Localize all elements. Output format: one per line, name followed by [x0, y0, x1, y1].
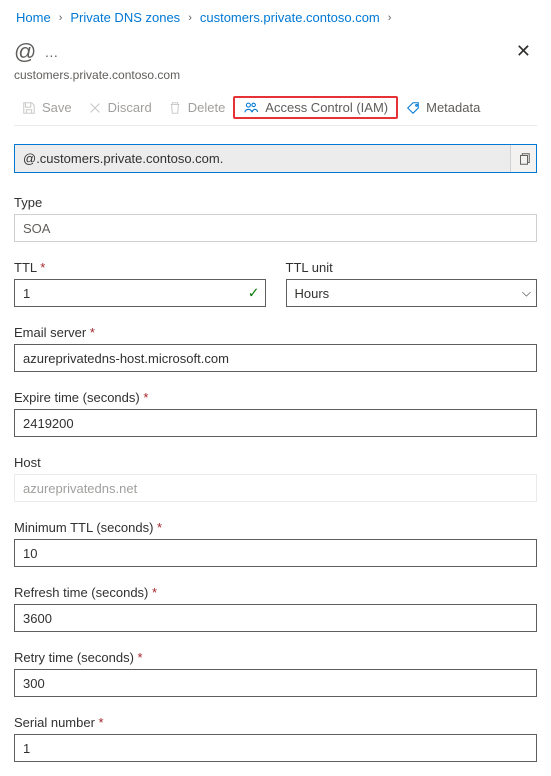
host-input [14, 474, 537, 502]
field-min-ttl: Minimum TTL (seconds) [14, 520, 537, 567]
field-ttl: TTL ✓ [14, 260, 266, 307]
chevron-right-icon: › [384, 12, 396, 24]
ttl-unit-select[interactable] [286, 279, 538, 307]
more-actions-button[interactable]: … [44, 44, 59, 60]
people-icon [243, 101, 259, 115]
metadata-button[interactable]: Metadata [398, 96, 488, 119]
host-label: Host [14, 455, 537, 470]
min-ttl-input[interactable] [14, 539, 537, 567]
close-button[interactable]: ✕ [510, 37, 537, 66]
type-label: Type [14, 195, 537, 210]
field-retry-time: Retry time (seconds) [14, 650, 537, 697]
ttl-input[interactable] [14, 279, 266, 307]
type-input [14, 214, 537, 242]
min-ttl-label: Minimum TTL (seconds) [14, 520, 537, 535]
field-email-server: Email server [14, 325, 537, 372]
delete-icon [168, 101, 182, 115]
metadata-label: Metadata [426, 100, 480, 115]
save-icon [22, 101, 36, 115]
page-subtitle: customers.private.contoso.com [14, 68, 537, 82]
delete-button[interactable]: Delete [160, 96, 234, 119]
breadcrumb-parent[interactable]: Private DNS zones [70, 10, 180, 25]
email-server-label: Email server [14, 325, 537, 340]
field-refresh-time: Refresh time (seconds) [14, 585, 537, 632]
save-button[interactable]: Save [14, 96, 80, 119]
tag-icon [406, 101, 420, 115]
discard-icon [88, 101, 102, 115]
refresh-time-label: Refresh time (seconds) [14, 585, 537, 600]
record-at-icon: @ [14, 39, 36, 65]
page-header: @ … ✕ [14, 37, 537, 66]
fqdn-value: @.customers.private.contoso.com. [15, 145, 510, 172]
ttl-label: TTL [14, 260, 266, 275]
expire-time-input[interactable] [14, 409, 537, 437]
breadcrumb: Home › Private DNS zones › customers.pri… [14, 8, 537, 31]
delete-label: Delete [188, 100, 226, 115]
field-type: Type [14, 195, 537, 242]
breadcrumb-current[interactable]: customers.private.contoso.com [200, 10, 380, 25]
field-serial: Serial number [14, 715, 537, 762]
copy-button[interactable] [510, 145, 536, 172]
email-server-input[interactable] [14, 344, 537, 372]
form: Type TTL ✓ TTL unit ⌵ Email server Expir… [14, 195, 537, 762]
breadcrumb-home[interactable]: Home [16, 10, 51, 25]
copy-icon [517, 152, 531, 166]
chevron-right-icon: › [184, 12, 196, 24]
chevron-right-icon: › [55, 12, 67, 24]
ttl-unit-label: TTL unit [286, 260, 538, 275]
access-control-label: Access Control (IAM) [265, 100, 388, 115]
access-control-button[interactable]: Access Control (IAM) [233, 96, 398, 119]
toolbar: Save Discard Delete Access Control (IAM)… [14, 96, 537, 126]
field-expire-time: Expire time (seconds) [14, 390, 537, 437]
serial-label: Serial number [14, 715, 537, 730]
field-ttl-unit: TTL unit ⌵ [286, 260, 538, 307]
serial-input[interactable] [14, 734, 537, 762]
retry-time-input[interactable] [14, 669, 537, 697]
discard-label: Discard [108, 100, 152, 115]
field-host: Host [14, 455, 537, 502]
fqdn-row: @.customers.private.contoso.com. [14, 144, 537, 173]
refresh-time-input[interactable] [14, 604, 537, 632]
expire-time-label: Expire time (seconds) [14, 390, 537, 405]
retry-time-label: Retry time (seconds) [14, 650, 537, 665]
discard-button[interactable]: Discard [80, 96, 160, 119]
save-label: Save [42, 100, 72, 115]
